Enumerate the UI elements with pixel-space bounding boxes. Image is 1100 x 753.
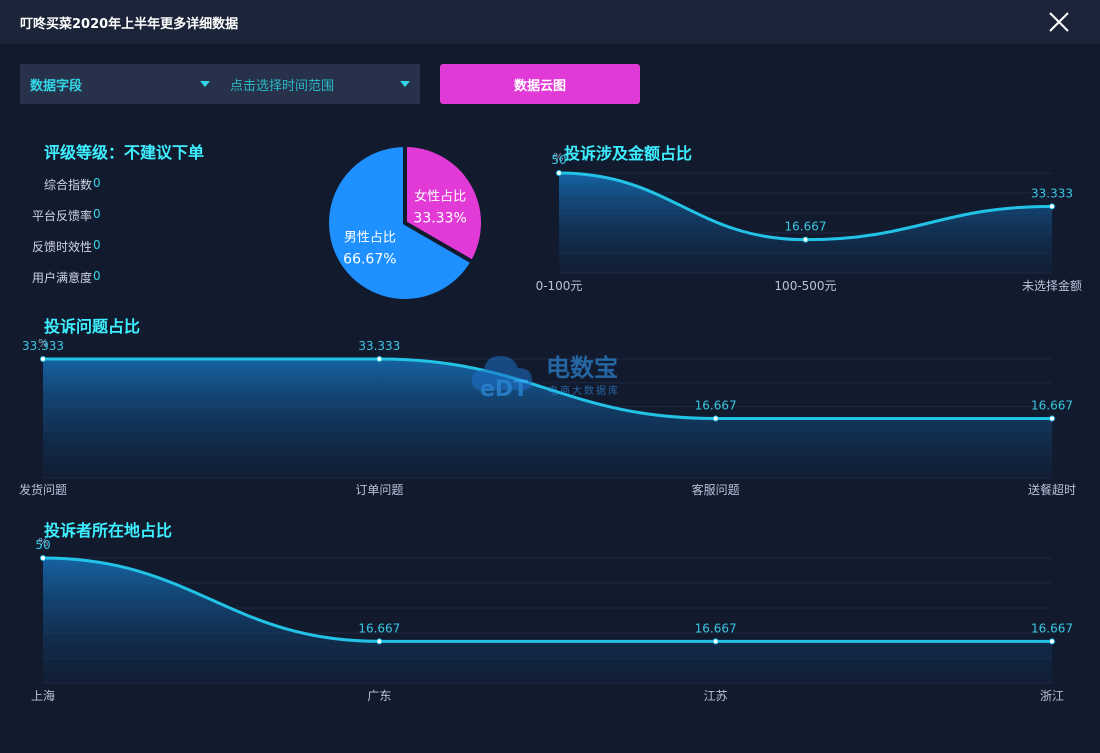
metric-label: 反馈时效性 [31,240,92,254]
data-label: 33.333 [1031,186,1073,200]
chevron-down-icon [200,81,210,87]
data-point[interactable] [556,170,562,176]
metric-label: 综合指数 [43,178,92,192]
data-point[interactable] [1049,203,1055,210]
data-point[interactable] [376,356,383,362]
metric-value: 0 [93,269,101,283]
data-label: 16.667 [695,398,737,412]
data-label: 16.667 [1031,398,1073,412]
data-label: 16.667 [358,621,400,635]
modal-titlebar: 叮咚买菜2020年上半年更多详细数据 [0,0,1100,44]
metric-row: 平台反馈率 0 [20,207,101,224]
metric-value: 0 [93,176,101,190]
modal-title: 叮咚买菜2020年上半年更多详细数据 [20,16,239,32]
data-label: 16.667 [785,220,827,234]
chevron-down-icon [400,81,410,87]
data-label: 33.333 [358,339,400,353]
data-label: 16.667 [695,621,737,635]
x-tick-label: 广东 [367,689,391,703]
data-field-select[interactable]: 数据字段 [20,64,220,104]
data-point[interactable] [802,236,809,243]
metric-row: 反馈时效性 0 [20,238,101,255]
x-tick-label: 100-500元 [774,279,836,293]
x-tick-label: 订单问题 [355,483,403,497]
data-point[interactable] [376,638,383,645]
x-tick-label: 0-100元 [536,279,583,293]
watermark-sub: 电商大数据库 [548,384,620,397]
data-point[interactable] [712,638,719,645]
watermark-logo-text: eDT [480,377,528,402]
data-point[interactable] [40,555,46,561]
data-point[interactable] [1049,638,1055,645]
pie-slice-label: 女性占比 [414,189,466,205]
x-tick-label: 浙江 [1040,689,1064,703]
pie-slice-value: 66.67% [343,251,396,267]
data-label: 16.667 [1031,621,1073,635]
metric-label: 用户满意度 [31,271,92,285]
rating-title: 评级等级：不建议下单 [44,143,205,162]
watermark-brand: 电数宝 [546,354,618,382]
x-tick-label: 上海 [31,688,55,703]
filter-bar: 数据字段 点击选择时间范围 [20,64,420,104]
x-tick-label: 客服问题 [692,482,740,497]
metric-row: 用户满意度 0 [20,269,101,286]
data-point[interactable] [712,415,719,422]
amount-area-chart: %500-100元16.667100-500元33.333未选择金额 [536,151,1082,293]
data-point[interactable] [1049,415,1055,422]
watermark-logo: eDT 电数宝 电商大数据库 [472,354,620,402]
metric-value: 0 [93,207,101,221]
x-tick-label: 发货问题 [19,482,67,497]
detail-modal: 叮咚买菜2020年上半年更多详细数据 数据字段 点击选择时间范围 数据云图 评级… [0,0,1100,753]
location-area-chart: %50上海16.667广东16.667江苏16.667浙江 [31,536,1073,703]
metric-value: 0 [93,238,101,252]
pie-slice-value: 33.33% [413,211,466,227]
data-cloud-button[interactable]: 数据云图 [440,64,640,104]
data-point[interactable] [40,356,46,362]
metric-row: 综合指数 0 [20,176,101,193]
data-label: 50 [35,538,50,552]
time-range-select[interactable]: 点击选择时间范围 [220,64,420,104]
data-label: 50 [551,153,566,167]
x-tick-label: 送餐超时 [1028,482,1076,497]
x-tick-label: 江苏 [704,689,728,703]
pie-slice-label: 男性占比 [344,230,396,245]
series-area [43,558,1052,683]
gender-pie-chart: 女性占比 33.33% 男性占比 66.67% [325,142,485,303]
metric-label: 平台反馈率 [31,209,92,223]
close-icon[interactable] [1048,11,1070,33]
time-range-label: 点击选择时间范围 [230,78,335,94]
x-tick-label: 未选择金额 [1022,278,1082,293]
data-field-label: 数据字段 [30,78,83,94]
data-label: 33.333 [22,339,64,353]
